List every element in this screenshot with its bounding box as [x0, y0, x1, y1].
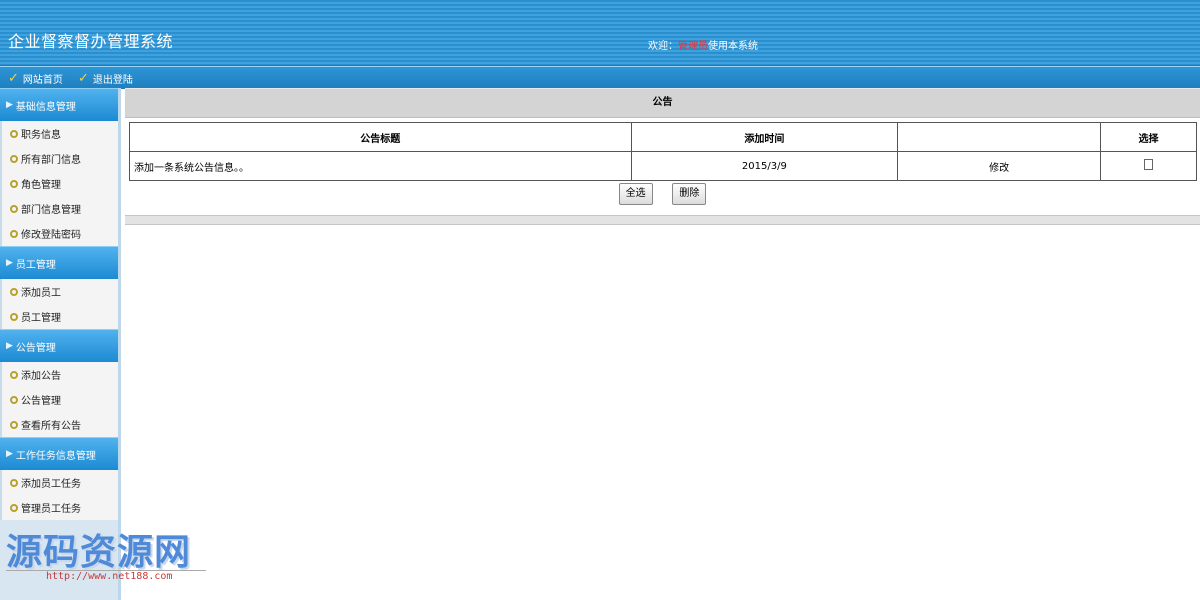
sidebar-item-employee-manage[interactable]: 员工管理 — [2, 304, 118, 329]
sidebar-item-label: 添加公告 — [21, 371, 61, 382]
home-link-label: 网站首页 — [22, 75, 63, 86]
notice-time-cell: 2015/3/9 — [630, 151, 899, 181]
sidebar-item-label: 所有部门信息 — [21, 155, 81, 166]
bullet-icon — [10, 179, 18, 188]
sidebar-group-label: 员工管理 — [15, 259, 56, 271]
sidebar-item-task-manage[interactable]: 管理员工任务 — [2, 495, 118, 520]
bullet-icon — [10, 204, 18, 213]
bullet-icon — [10, 229, 18, 238]
notice-table: 公告标题 添加时间 选择 添加一条系统公告信息。。 2015/3/9 修改 — [129, 122, 1197, 181]
action-buttons: 全选 删除 — [125, 183, 1200, 209]
sidebar-group-items: 添加员工任务 管理员工任务 — [0, 470, 118, 520]
sidebar-group-label: 基础信息管理 — [15, 101, 76, 113]
home-link[interactable]: ✓ 网站首页 — [8, 71, 63, 86]
sidebar-item-positions[interactable]: 职务信息 — [2, 121, 118, 146]
welcome-suffix: 使用本系统 — [708, 41, 758, 52]
watermark: 源码资源网 http://www.net188.com — [6, 532, 206, 583]
column-header-time: 添加时间 — [630, 122, 899, 152]
bullet-icon — [10, 420, 18, 429]
sidebar-item-add-notice[interactable]: 添加公告 — [2, 362, 118, 387]
column-header-title: 公告标题 — [129, 122, 632, 152]
top-nav: ✓ 网站首页 ✓ 退出登陆 — [0, 66, 1200, 89]
triangle-right-icon: ▶ — [6, 258, 13, 268]
bullet-icon — [10, 154, 18, 163]
app-title: 企业督察督办管理系统 — [8, 32, 174, 51]
sidebar-item-label: 职务信息 — [21, 130, 61, 141]
sidebar-group-label: 工作任务信息管理 — [15, 450, 96, 462]
header: 企业督察督办管理系统 欢迎：管理员使用本系统 — [0, 0, 1200, 66]
sidebar-item-label: 公告管理 — [21, 396, 61, 407]
triangle-right-icon: ▶ — [6, 341, 13, 351]
sidebar-item-department-manage[interactable]: 部门信息管理 — [2, 196, 118, 221]
bullet-icon — [10, 370, 18, 379]
sidebar-item-label: 添加员工 — [21, 288, 61, 299]
sidebar-item-label: 角色管理 — [21, 180, 61, 191]
sidebar-group-items: 职务信息 所有部门信息 角色管理 部门信息管理 修改登陆密码 — [0, 121, 118, 246]
logout-link[interactable]: ✓ 退出登陆 — [78, 71, 133, 86]
bullet-icon — [10, 287, 18, 296]
bullet-icon — [10, 503, 18, 512]
sidebar-item-label: 查看所有公告 — [21, 421, 81, 432]
table-header-row: 公告标题 添加时间 选择 — [129, 122, 1197, 152]
sidebar-item-label: 员工管理 — [21, 313, 61, 324]
sidebar-group-employees[interactable]: ▶ 员工管理 — [0, 246, 118, 279]
sidebar-item-notice-manage[interactable]: 公告管理 — [2, 387, 118, 412]
edit-link[interactable]: 修改 — [897, 151, 1102, 181]
sidebar-item-view-all-notices[interactable]: 查看所有公告 — [2, 412, 118, 437]
notice-title-cell: 添加一条系统公告信息。。 — [129, 151, 632, 181]
bullet-icon — [10, 395, 18, 404]
triangle-right-icon: ▶ — [6, 449, 13, 459]
triangle-right-icon: ▶ — [6, 100, 13, 110]
sidebar-item-label: 部门信息管理 — [21, 205, 81, 216]
table-row: 添加一条系统公告信息。。 2015/3/9 修改 — [129, 151, 1197, 181]
column-header-action — [897, 122, 1102, 152]
sidebar-item-roles[interactable]: 角色管理 — [2, 171, 118, 196]
checkmark-icon: ✓ — [8, 71, 19, 86]
sidebar-item-label: 修改登陆密码 — [21, 230, 81, 241]
column-header-select: 选择 — [1100, 122, 1197, 152]
sidebar-group-notices[interactable]: ▶ 公告管理 — [0, 329, 118, 362]
sidebar-item-all-departments[interactable]: 所有部门信息 — [2, 146, 118, 171]
sidebar-group-basic-info[interactable]: ▶ 基础信息管理 — [0, 88, 118, 121]
main-content: 公告 公告标题 添加时间 选择 添加一条系统公告信息。。 2015/3/9 修改… — [125, 88, 1200, 225]
delete-button[interactable]: 删除 — [672, 183, 707, 205]
bullet-icon — [10, 129, 18, 138]
sidebar-item-label: 管理员工任务 — [21, 504, 81, 515]
sidebar-item-add-employee[interactable]: 添加员工 — [2, 279, 118, 304]
select-all-button[interactable]: 全选 — [618, 183, 653, 205]
admin-name: 管理员 — [678, 41, 708, 52]
logout-link-label: 退出登陆 — [92, 75, 133, 86]
sidebar-item-change-password[interactable]: 修改登陆密码 — [2, 221, 118, 246]
sidebar-group-items: 添加员工 员工管理 — [0, 279, 118, 329]
sidebar-group-label: 公告管理 — [15, 342, 56, 354]
select-cell — [1100, 151, 1197, 181]
footer-bar — [125, 215, 1200, 225]
section-title: 公告 — [125, 88, 1200, 118]
sidebar-group-items: 添加公告 公告管理 查看所有公告 — [0, 362, 118, 437]
sidebar-group-tasks[interactable]: ▶ 工作任务信息管理 — [0, 437, 118, 470]
sidebar-item-add-task[interactable]: 添加员工任务 — [2, 470, 118, 495]
row-checkbox[interactable] — [1144, 159, 1154, 170]
welcome-text: 欢迎：管理员使用本系统 — [648, 37, 758, 52]
sidebar: ▶ 基础信息管理 职务信息 所有部门信息 角色管理 部门信息管理 修改登陆密码 … — [0, 88, 121, 600]
bullet-icon — [10, 312, 18, 321]
welcome-prefix: 欢迎： — [648, 41, 678, 52]
sidebar-item-label: 添加员工任务 — [21, 479, 81, 490]
bullet-icon — [10, 478, 18, 487]
watermark-text: 源码资源网 — [6, 531, 192, 573]
checkmark-icon: ✓ — [78, 71, 89, 86]
